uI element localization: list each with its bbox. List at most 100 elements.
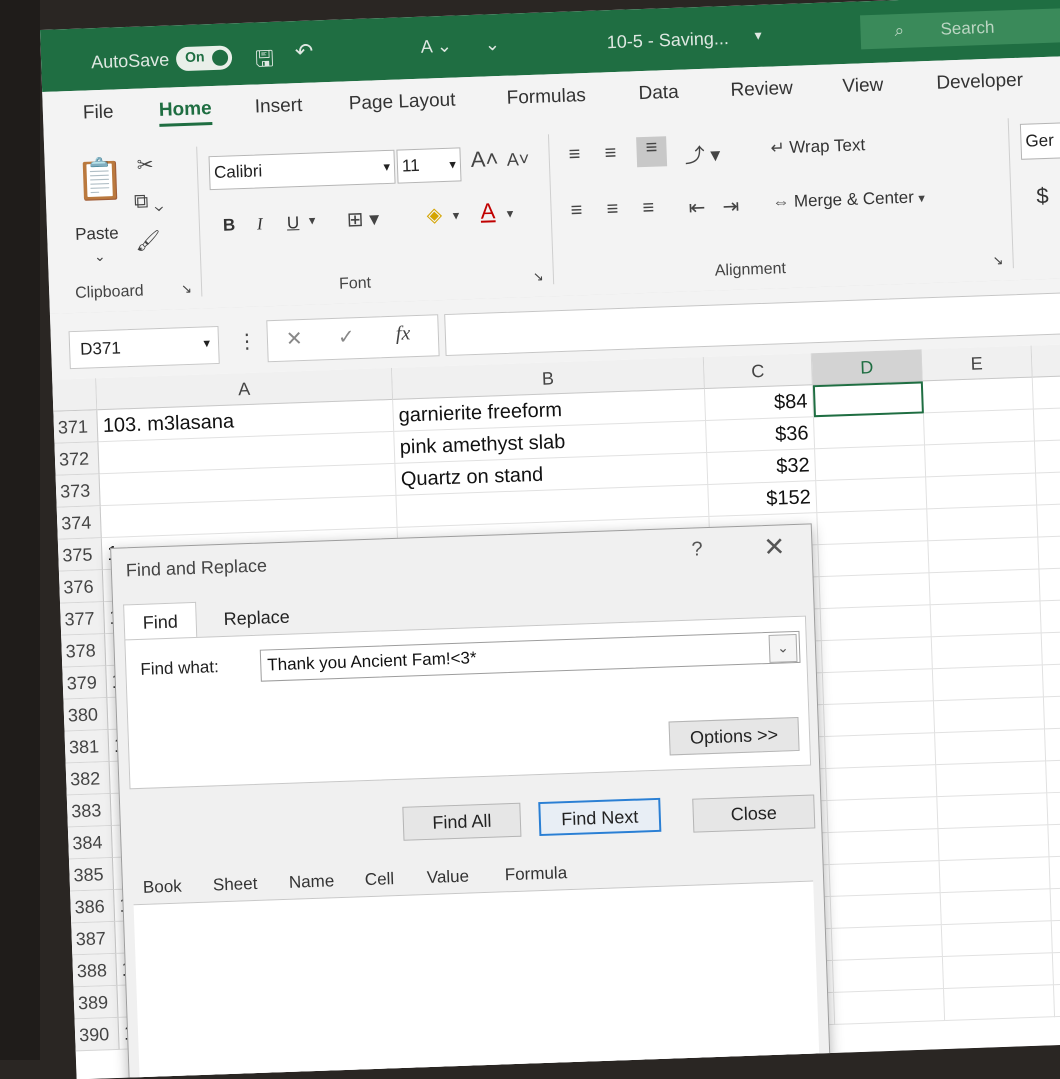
number-format-select[interactable]: Ger — [1019, 121, 1060, 160]
row-header[interactable]: 387 — [71, 921, 117, 956]
row-header[interactable]: 385 — [68, 857, 115, 892]
cell-f[interactable] — [1049, 855, 1060, 890]
select-all-corner[interactable] — [52, 378, 98, 412]
cell-e[interactable] — [944, 985, 1056, 1022]
merge-center-button[interactable]: ⇔ Merge & Center ▾ — [772, 187, 925, 212]
cell-e[interactable] — [929, 569, 1041, 606]
row-header[interactable]: 372 — [54, 442, 100, 476]
cell-f[interactable] — [1033, 407, 1060, 442]
find-history-chevron-icon[interactable]: ⌄ — [768, 633, 798, 663]
cell-e[interactable] — [923, 409, 1035, 446]
cell-c[interactable]: $84 — [704, 385, 814, 421]
cell-d[interactable] — [832, 957, 945, 993]
column-header-d[interactable]: D — [811, 349, 923, 386]
row-header[interactable]: 377 — [60, 602, 106, 636]
orientation-icon[interactable]: ⤴ ▾ — [684, 138, 721, 168]
formula-input[interactable] — [444, 291, 1060, 357]
underline-chevron-icon[interactable]: ▾ — [309, 213, 316, 229]
cell-d[interactable] — [818, 541, 930, 578]
tab-insert[interactable]: Insert — [254, 95, 302, 119]
cell-d[interactable] — [834, 989, 946, 1025]
align-center-icon[interactable]: ≡ — [606, 198, 618, 221]
result-column-sheet[interactable]: Sheet — [213, 874, 258, 896]
row-header[interactable]: 381 — [64, 730, 110, 764]
row-header[interactable]: 389 — [73, 985, 119, 1020]
find-all-button[interactable]: Find All — [402, 802, 522, 841]
cell-d[interactable] — [828, 829, 940, 865]
tab-developer[interactable]: Developer — [936, 70, 1023, 95]
fill-color-icon[interactable]: ◈ — [426, 202, 442, 228]
row-header[interactable]: 376 — [58, 570, 105, 604]
row-header[interactable]: 375 — [57, 538, 103, 572]
cell-e[interactable] — [930, 601, 1042, 638]
row-header[interactable]: 373 — [55, 474, 101, 508]
font-launcher-icon[interactable]: ↘ — [533, 269, 544, 285]
column-header-f[interactable] — [1031, 343, 1060, 378]
font-color-chevron-icon[interactable]: ▾ — [506, 206, 513, 222]
row-header[interactable]: 380 — [63, 698, 109, 732]
cell-d[interactable] — [825, 733, 937, 770]
tab-data[interactable]: Data — [638, 82, 679, 105]
decrease-indent-icon[interactable]: ⇤ — [688, 195, 706, 221]
row-header[interactable]: 374 — [56, 506, 102, 540]
alignment-launcher-icon[interactable]: ↘ — [992, 253, 1003, 269]
cell-e[interactable] — [928, 537, 1040, 574]
cell-e[interactable] — [938, 825, 1050, 862]
cell-f[interactable] — [1046, 759, 1060, 794]
row-header[interactable]: 384 — [67, 825, 113, 860]
row-header[interactable]: 388 — [72, 953, 118, 988]
cell-d[interactable] — [829, 861, 941, 897]
cut-icon[interactable]: ✂ — [136, 152, 154, 178]
close-icon[interactable]: ✕ — [763, 531, 786, 563]
decrease-font-icon[interactable]: A˅ — [506, 149, 529, 171]
cell-e[interactable] — [927, 505, 1039, 542]
row-header[interactable]: 382 — [65, 762, 111, 796]
row-header[interactable]: 386 — [70, 889, 116, 924]
cell-f[interactable] — [1037, 503, 1060, 538]
tab-home[interactable]: Home — [158, 98, 213, 127]
cell-f[interactable] — [1041, 631, 1060, 666]
cell-f[interactable] — [1045, 727, 1060, 762]
cell-c[interactable]: $36 — [706, 417, 816, 453]
copy-icon[interactable]: ⧉ ⌄ — [134, 190, 164, 214]
cell-e[interactable] — [941, 921, 1053, 958]
font-name-select[interactable]: Calibri ▾ — [208, 149, 396, 191]
name-box[interactable]: D371 ▾ — [68, 325, 220, 370]
cell-d[interactable] — [817, 509, 929, 546]
align-middle-icon[interactable]: ≡ — [604, 142, 616, 165]
currency-format-button[interactable]: $ — [1036, 183, 1049, 209]
search-box[interactable]: ⌕ Search — [859, 7, 1060, 50]
cell-f[interactable] — [1052, 951, 1060, 986]
cell-e[interactable] — [937, 793, 1049, 830]
result-column-cell[interactable]: Cell — [365, 869, 395, 890]
tab-replace[interactable]: Replace — [205, 598, 308, 638]
cell-e[interactable] — [940, 889, 1052, 926]
cell-f[interactable] — [1043, 695, 1060, 730]
cell-f[interactable] — [1048, 823, 1060, 858]
font-size-select[interactable]: 11 ▾ — [396, 147, 462, 184]
cell-d[interactable] — [816, 477, 928, 514]
cell-f[interactable] — [1042, 663, 1060, 698]
tab-formulas[interactable]: Formulas — [506, 85, 586, 110]
align-top-icon[interactable]: ≡ — [568, 143, 580, 166]
cell-e[interactable] — [939, 857, 1051, 894]
cell-e[interactable] — [926, 473, 1038, 510]
font-color-qat-icon[interactable]: A ⌄ — [420, 36, 452, 58]
results-list[interactable] — [133, 880, 820, 1079]
borders-icon[interactable]: ⊞ ▾ — [346, 206, 379, 232]
cell-d[interactable] — [815, 445, 927, 482]
cell-f[interactable] — [1053, 983, 1060, 1018]
align-bottom-icon[interactable]: ≡ — [636, 136, 668, 168]
row-header[interactable]: 371 — [53, 410, 99, 444]
cell-d[interactable] — [813, 413, 926, 450]
cell-d[interactable] — [821, 637, 933, 674]
row-header[interactable]: 379 — [62, 666, 108, 700]
cell-d[interactable] — [824, 701, 936, 738]
increase-font-icon[interactable]: A˄ — [470, 146, 498, 173]
options-button[interactable]: Options >> — [668, 716, 800, 756]
cell-c[interactable]: $152 — [708, 481, 818, 517]
cell-f[interactable] — [1050, 887, 1060, 922]
cell-e[interactable] — [935, 729, 1047, 766]
undo-icon[interactable]: ↶ — [294, 38, 313, 65]
wrap-text-button[interactable]: ↵ Wrap Text — [770, 135, 865, 158]
